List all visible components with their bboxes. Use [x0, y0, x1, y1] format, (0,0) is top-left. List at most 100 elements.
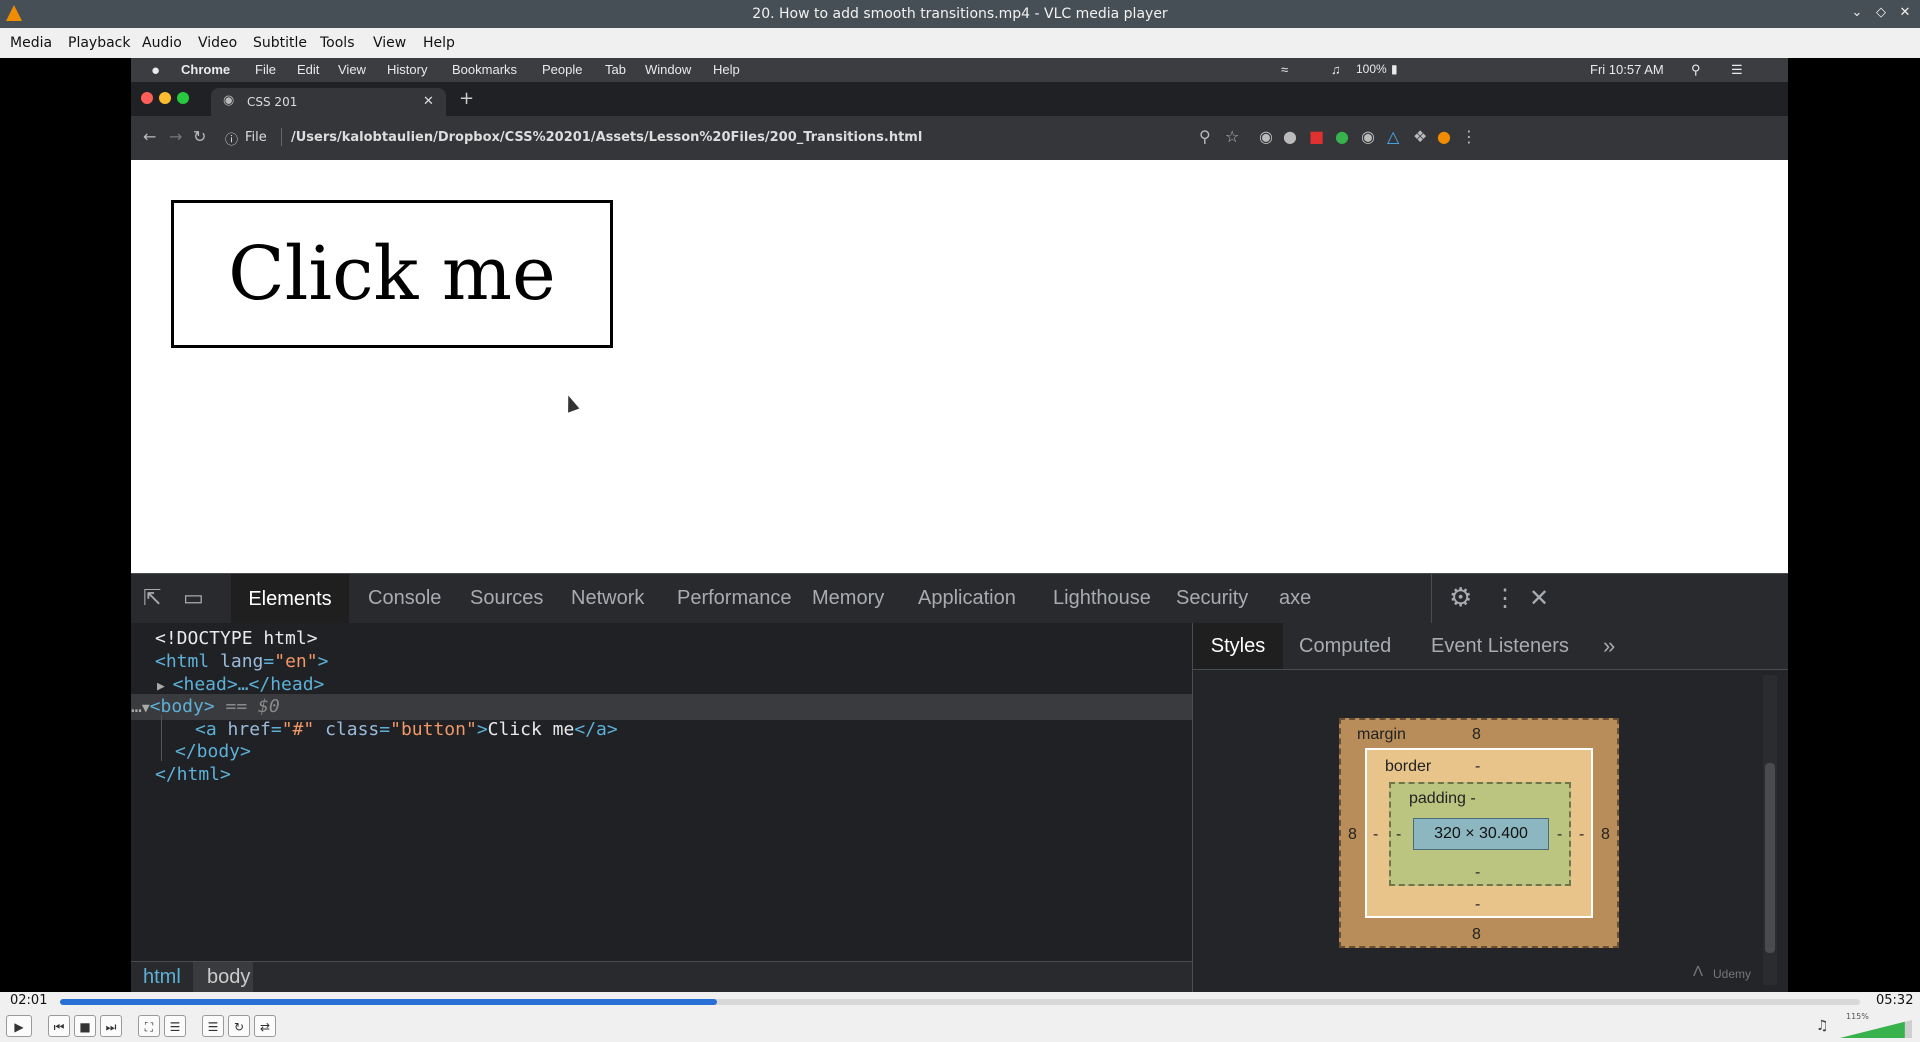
- chrome-tab-strip: ◉ CSS 201 ✕ +: [131, 82, 1788, 116]
- extension-circle-icon[interactable]: ●: [1283, 127, 1297, 146]
- url-divider: [281, 128, 282, 146]
- border-label: border: [1385, 758, 1432, 775]
- menu-list-icon: ☰: [1731, 62, 1743, 77]
- settings-gear-icon[interactable]: ⚙: [1449, 582, 1472, 613]
- menu-subtitle[interactable]: Subtitle: [253, 35, 307, 51]
- devtools-tab-memory[interactable]: Memory: [812, 587, 884, 610]
- breadcrumb-body[interactable]: body: [207, 966, 250, 989]
- menu-video[interactable]: Video: [198, 35, 237, 51]
- mac-menu-bookmarks: Bookmarks: [452, 62, 518, 77]
- video-frame[interactable]: ● Chrome File Edit View History Bookmark…: [131, 58, 1788, 992]
- udemy-watermark: Udemy: [1713, 967, 1752, 981]
- extension-red-icon[interactable]: ■: [1309, 127, 1324, 146]
- styles-tab-computed[interactable]: Computed: [1299, 635, 1391, 658]
- breadcrumb-html[interactable]: html: [143, 966, 181, 989]
- maximize-icon[interactable]: ◇: [1872, 4, 1890, 22]
- tree-guide-line: [161, 715, 162, 761]
- extensions-puzzle-icon[interactable]: ❖: [1413, 127, 1427, 146]
- margin-label: margin: [1357, 726, 1406, 743]
- forward-icon[interactable]: →: [169, 127, 182, 146]
- zoom-icon[interactable]: ⚲: [1199, 127, 1211, 146]
- expand-triangle-icon[interactable]: ▶: [131, 679, 173, 694]
- extension-triangle-icon[interactable]: △: [1387, 127, 1399, 146]
- devtools-tab-sources[interactable]: Sources: [470, 587, 543, 610]
- selected-node-marker: == $0: [225, 696, 280, 717]
- devtools-tab-application[interactable]: Application: [918, 587, 1016, 610]
- web-page: Click me: [131, 160, 1788, 573]
- menu-playback[interactable]: Playback: [68, 35, 130, 51]
- styles-tab-event-listeners[interactable]: Event Listeners: [1431, 635, 1569, 658]
- speaker-icon[interactable]: ♫: [1816, 1018, 1829, 1034]
- fullscreen-button[interactable]: ⛶: [138, 1015, 160, 1037]
- globe-icon: ◉: [223, 93, 235, 108]
- tab-close-icon[interactable]: ✕: [423, 94, 434, 109]
- battery-percent: 100%: [1356, 62, 1387, 76]
- previous-button[interactable]: ⏮: [48, 1015, 70, 1037]
- click-me-button[interactable]: Click me: [171, 200, 613, 348]
- menu-help[interactable]: Help: [423, 35, 455, 51]
- next-button[interactable]: ⏭: [100, 1015, 122, 1037]
- profile-icon[interactable]: ●: [1437, 127, 1451, 146]
- info-icon[interactable]: ⓘ: [225, 129, 238, 148]
- devtools-tab-axe[interactable]: axe: [1279, 587, 1311, 610]
- devtools-more-icon[interactable]: ⋮: [1493, 584, 1517, 613]
- devtools-tab-console[interactable]: Console: [368, 587, 441, 610]
- playlist-button[interactable]: ☰: [202, 1015, 224, 1037]
- volume-slider[interactable]: 115%: [1840, 1012, 1912, 1038]
- border-left-value: -: [1373, 826, 1379, 843]
- collapse-triangle-icon[interactable]: ▼: [142, 701, 150, 716]
- minimize-icon[interactable]: ⌄: [1848, 4, 1866, 22]
- mac-menu-bar: ● Chrome File Edit View History Bookmark…: [131, 58, 1788, 82]
- menu-tools[interactable]: Tools: [320, 35, 355, 51]
- bookmark-star-icon[interactable]: ☆: [1225, 127, 1239, 146]
- devtools-tab-security[interactable]: Security: [1176, 587, 1248, 610]
- more-tabs-chevron-icon[interactable]: »: [1603, 633, 1615, 659]
- mac-minimize-dot-icon: [159, 92, 171, 104]
- address-bar: ← → ↻ ⓘ File /Users/kalobtaulien/Dropbox…: [131, 116, 1788, 160]
- menu-media[interactable]: Media: [10, 35, 52, 51]
- border-right-value: -: [1579, 826, 1585, 843]
- browser-tab[interactable]: ◉ CSS 201 ✕: [211, 88, 446, 116]
- vlc-seek-bar-row: 02:01 05:32: [0, 992, 1920, 1010]
- mac-menu-people: People: [542, 62, 583, 77]
- box-model-content-size[interactable]: 320 × 30.400: [1413, 818, 1549, 850]
- devtools-tab-network[interactable]: Network: [571, 587, 644, 610]
- reload-icon[interactable]: ↻: [193, 127, 206, 146]
- play-button[interactable]: ▶: [6, 1015, 32, 1037]
- extension-green-icon[interactable]: ●: [1335, 127, 1349, 146]
- inspect-element-icon[interactable]: ⇱: [143, 585, 161, 611]
- extended-settings-button[interactable]: ☰: [164, 1015, 186, 1037]
- menu-view[interactable]: View: [373, 35, 406, 51]
- new-tab-icon[interactable]: +: [459, 88, 474, 109]
- styles-tab-bar: Styles Computed Event Listeners »: [1193, 623, 1788, 670]
- margin-left-value: 8: [1348, 826, 1357, 843]
- menu-audio[interactable]: Audio: [142, 35, 182, 51]
- back-icon[interactable]: ←: [143, 127, 156, 146]
- devtools-tab-lighthouse[interactable]: Lighthouse: [1053, 587, 1151, 610]
- seek-slider[interactable]: [60, 999, 1860, 1005]
- devtools-tab-elements[interactable]: Elements: [231, 574, 349, 624]
- extension-gray-icon[interactable]: ◉: [1361, 127, 1375, 146]
- url-field[interactable]: /Users/kalobtaulien/Dropbox/CSS%20201/As…: [291, 130, 922, 145]
- a-text: Click me: [487, 719, 575, 740]
- mac-menu-file: File: [255, 62, 276, 77]
- border-bottom-value: -: [1475, 896, 1481, 913]
- devtools-tab-performance[interactable]: Performance: [677, 587, 792, 610]
- close-window-icon[interactable]: ✕: [1896, 4, 1914, 22]
- loop-button[interactable]: ↻: [228, 1015, 250, 1037]
- devtools-close-icon[interactable]: ✕: [1529, 584, 1549, 613]
- dom-node-html-close[interactable]: </html>: [131, 762, 1192, 788]
- shuffle-button[interactable]: ⇄: [254, 1015, 276, 1037]
- doctype-text: <!DOCTYPE html>: [155, 628, 318, 649]
- styles-tab-styles[interactable]: Styles: [1193, 623, 1283, 669]
- vlc-controls: ▶ ⏮ ■ ⏭ ⛶ ☰ ☰ ↻ ⇄ ♫ 115%: [0, 1010, 1920, 1042]
- devtools-tab-bar: ⇱ ▭ Elements Console Sources Network Per…: [131, 573, 1788, 624]
- stop-button[interactable]: ■: [74, 1015, 96, 1037]
- styles-scrollbar[interactable]: [1765, 763, 1775, 953]
- extension-camera-icon[interactable]: ◉: [1259, 127, 1273, 146]
- chrome-menu-icon[interactable]: ⋮: [1461, 127, 1477, 146]
- device-toolbar-icon[interactable]: ▭: [183, 585, 204, 611]
- elements-dom-tree: <!DOCTYPE html> <html lang="en"> ▶ <head…: [131, 623, 1192, 961]
- padding-right-value: -: [1557, 826, 1563, 843]
- a-attr-class-value: "button": [390, 719, 477, 740]
